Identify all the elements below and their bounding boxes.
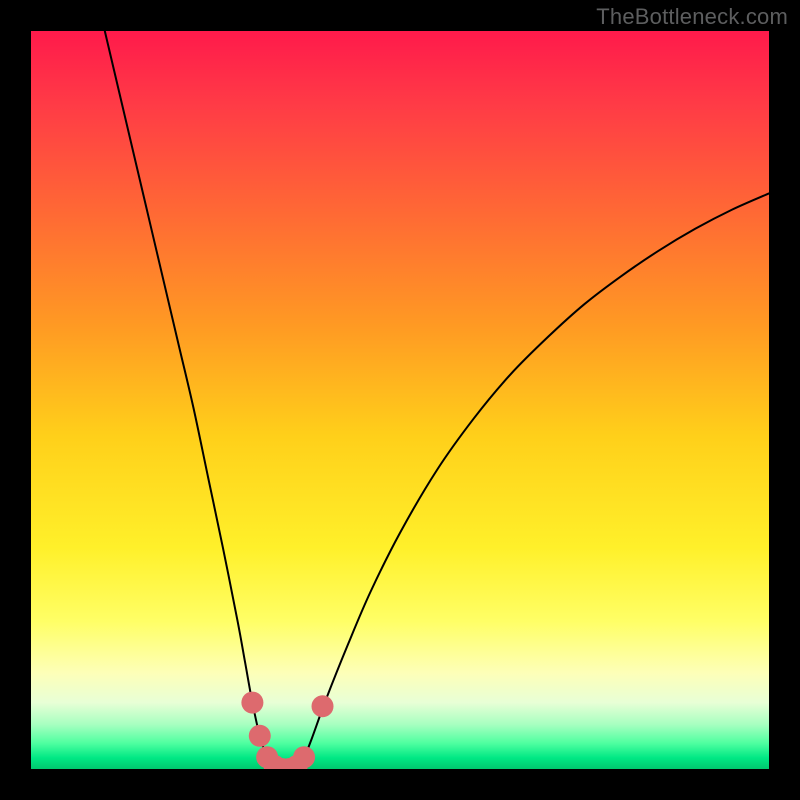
pink-dot-left-2 — [249, 725, 271, 747]
pink-dot-left-1 — [241, 692, 263, 714]
pink-dot-right-1 — [293, 746, 315, 768]
watermark-text: TheBottleneck.com — [596, 4, 788, 30]
bottleneck-chart — [31, 31, 769, 769]
pink-dot-right-2 — [312, 695, 334, 717]
outer-frame: TheBottleneck.com — [0, 0, 800, 800]
gradient-background — [31, 31, 769, 769]
